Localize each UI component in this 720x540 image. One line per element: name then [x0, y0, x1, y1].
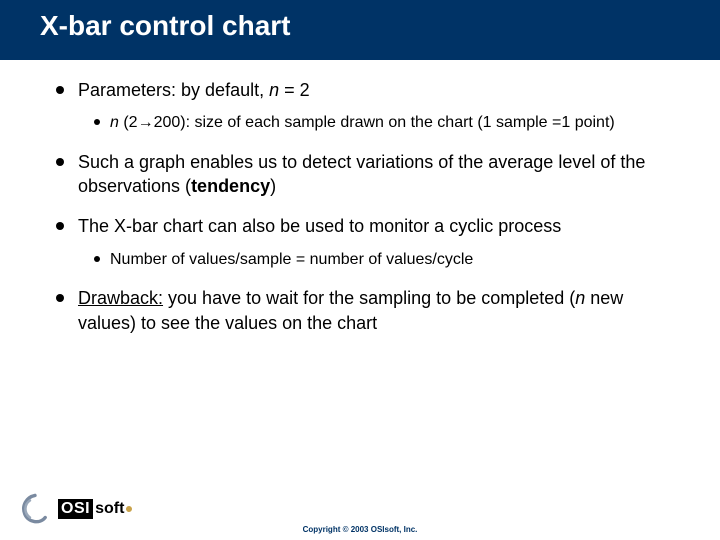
copyright-text: Copyright © 2003 OSIsoft, Inc.	[0, 525, 720, 534]
osisoft-logo: OSI soft	[18, 492, 132, 526]
text: = 2	[279, 80, 310, 100]
text: Such a graph enables us to detect variat…	[78, 152, 645, 196]
title-bar: X-bar control chart	[0, 0, 720, 60]
text: )	[270, 176, 276, 196]
logo-soft: soft	[95, 500, 124, 518]
sub-bullet-values-per-sample: Number of values/sample = number of valu…	[78, 249, 670, 271]
swirl-icon	[18, 492, 52, 526]
arrow-icon: →	[138, 114, 154, 131]
text: 200):	[154, 114, 190, 131]
logo-text: OSI soft	[58, 499, 132, 519]
bullet-drawback: Drawback: you have to wait for the sampl…	[50, 286, 670, 335]
sub-bullet-n-range: n (2→200): size of each sample drawn on …	[78, 112, 670, 134]
bold-tendency: tendency	[191, 176, 270, 196]
text: you have to wait for the sampling to be …	[163, 288, 575, 308]
text: The X-bar chart can also be used to moni…	[78, 216, 561, 236]
text: Parameters: by default,	[78, 80, 269, 100]
drawback-label: Drawback:	[78, 288, 163, 308]
logo-dot-icon	[126, 506, 132, 512]
bullet-cyclic: The X-bar chart can also be used to moni…	[50, 214, 670, 270]
text: size of each sample drawn on the chart (…	[190, 114, 615, 131]
text: Number of values/sample = number of valu…	[110, 251, 473, 268]
slide-title: X-bar control chart	[40, 10, 680, 42]
var-n: n	[110, 114, 119, 131]
bullet-parameters: Parameters: by default, n = 2 n (2→200):…	[50, 78, 670, 134]
var-n: n	[269, 80, 279, 100]
bullet-tendency: Such a graph enables us to detect variat…	[50, 150, 670, 199]
text: (2	[119, 114, 138, 131]
slide-content: Parameters: by default, n = 2 n (2→200):…	[0, 60, 720, 335]
var-n: n	[575, 288, 585, 308]
logo-osi: OSI	[58, 499, 93, 519]
